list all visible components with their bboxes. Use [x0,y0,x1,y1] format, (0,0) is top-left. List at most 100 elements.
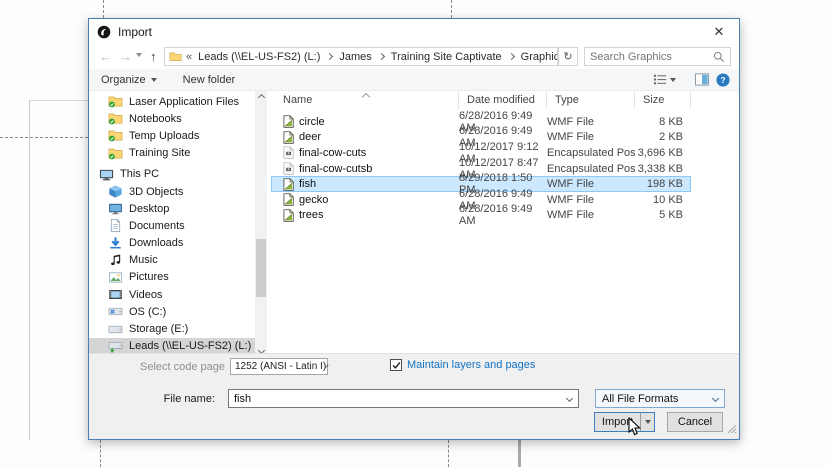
import-button[interactable]: Import [594,412,655,432]
help-icon[interactable]: ? [716,73,730,87]
folder-sync-icon [108,94,123,109]
sidebar-item-label: Downloads [129,237,183,249]
chevron-down-icon [712,395,719,402]
folder-sync-icon [108,111,123,126]
breadcrumb-overflow[interactable]: « [186,51,192,63]
code-page-select[interactable]: 1252 (ANSI - Latin I) [230,358,328,375]
file-type: WMF File [547,116,635,128]
sidebar-item-label: Laser Application Files [129,96,239,108]
file-type: Encapsulated Post... [547,147,635,159]
sidebar-item-videos[interactable]: Videos [89,286,255,303]
sidebar-item-temp-uploads[interactable]: Temp Uploads [89,127,255,144]
maintain-layers-checkbox[interactable] [390,359,402,371]
sidebar-item-desktop[interactable]: Desktop [89,200,255,217]
wmf-file-icon [283,193,294,206]
breadcrumb: Leads (\\EL-US-FS2) (L:) James Training Si… [197,51,558,63]
close-icon[interactable]: ✕ [707,22,731,42]
import-dialog: Import ✕ ← → ↑ « Leads (\\EL-US-FS2) (L:… [88,18,740,440]
file-name-combobox[interactable] [228,389,579,408]
file-name: fish [299,178,316,190]
organize-button[interactable]: Organize [101,74,157,86]
check-icon [392,361,401,370]
format-select[interactable]: All File Formats [595,389,725,408]
file-name: final-cow-cutsb [299,163,372,175]
file-name: deer [299,131,321,143]
maintain-layers-option[interactable]: Maintain layers and pages [390,359,535,371]
sidebar-item-3d-objects[interactable]: 3D Objects [89,183,255,200]
breadcrumb-separator-icon[interactable] [326,53,333,60]
up-icon[interactable]: ↑ [150,48,157,66]
title-bar[interactable]: Import ✕ [89,19,739,45]
breadcrumb-segment-training-site-captivate[interactable]: Training Site Captivate [390,51,503,63]
sidebar-item-label: Training Site [129,147,190,159]
sidebar-item-downloads[interactable]: Downloads [89,235,255,252]
sidebar-item-documents[interactable]: Documents [89,217,255,234]
sidebar-item-label: Music [129,254,158,266]
file-date-modified: 6/28/2016 9:49 AM [459,203,547,227]
search-icon[interactable] [713,51,725,63]
import-button-label[interactable]: Import [595,413,641,431]
file-name: circle [299,116,325,128]
guide-line [100,440,101,467]
forward-icon[interactable]: → [119,48,132,66]
documents-icon [108,218,123,233]
command-bar: Organize New folder ? [89,69,739,91]
sidebar-item-label: 3D Objects [129,186,183,198]
sidebar-scrollbar[interactable] [255,91,267,356]
file-size: 3,338 KB [635,163,691,175]
search-input[interactable] [585,51,713,63]
resize-grip[interactable] [728,425,737,437]
file-name: gecko [299,194,328,206]
view-mode-button[interactable] [653,73,676,86]
file-name-input[interactable] [229,393,567,405]
file-type: WMF File [547,131,635,143]
sidebar-item-label: Videos [129,289,162,301]
file-size: 8 KB [635,116,691,128]
sidebar-item-training-site[interactable]: Training Site [89,145,255,162]
sidebar-item-laser-application-files[interactable]: Laser Application Files [89,93,255,110]
column-header-size[interactable]: Size [635,91,691,109]
column-header-type[interactable]: Type [547,91,635,109]
refresh-icon: ↻ [563,50,572,63]
back-icon[interactable]: ← [99,48,112,66]
sidebar-item-notebooks[interactable]: Notebooks [89,110,255,127]
page-edge-line [518,440,521,467]
sidebar-item-this-pc[interactable]: This PC [89,166,255,183]
code-page-label: Select code page [103,361,225,373]
sidebar-item-label: Storage (E:) [129,323,188,335]
eps-file-icon [283,146,294,159]
page-edge-line [29,100,30,440]
import-options-dropdown[interactable] [641,413,654,431]
sidebar-item-music[interactable]: Music [89,252,255,269]
pictures-icon [108,270,123,285]
preview-pane-icon[interactable] [695,73,709,86]
column-header-date-modified[interactable]: Date modified [459,91,547,109]
file-size: 5 KB [635,209,691,221]
breadcrumb-segment-leads-el-us-fs2-l[interactable]: Leads (\\EL-US-FS2) (L:) [197,51,321,63]
breadcrumb-separator-icon[interactable] [508,53,515,60]
sidebar-item-pictures[interactable]: Pictures [89,269,255,286]
dialog-footer: Select code page 1252 (ANSI - Latin I) M… [89,353,739,439]
breadcrumb-separator-icon[interactable] [378,53,385,60]
guide-line [448,440,449,467]
breadcrumb-segment-james[interactable]: James [338,51,372,63]
sidebar-item-os-c[interactable]: OS (C:) [89,303,255,320]
file-row-trees[interactable]: trees6/28/2016 9:49 AMWMF File5 KB [271,208,691,224]
search-box[interactable] [584,47,731,66]
scrollbar-thumb[interactable] [256,239,266,297]
new-folder-button[interactable]: New folder [183,74,236,86]
desktop-icon [108,201,123,216]
maintain-layers-label[interactable]: Maintain layers and pages [407,359,535,371]
recent-locations-icon[interactable] [136,53,142,57]
address-bar[interactable]: « Leads (\\EL-US-FS2) (L:) James Training … [164,47,558,66]
cancel-button[interactable]: Cancel [667,412,723,432]
chevron-down-icon[interactable] [566,395,573,402]
refresh-button[interactable]: ↻ [558,47,578,66]
column-header-name[interactable]: Name [271,91,459,109]
sidebar-item-storage-e[interactable]: Storage (E:) [89,320,255,337]
guide-line [451,0,452,18]
svg-text:?: ? [720,74,725,84]
breadcrumb-segment-graphics[interactable]: Graphics [520,51,558,63]
navigation-pane: Laser Application Files NotebooksTemp Upl… [89,93,255,356]
scroll-up-icon[interactable] [255,91,267,103]
